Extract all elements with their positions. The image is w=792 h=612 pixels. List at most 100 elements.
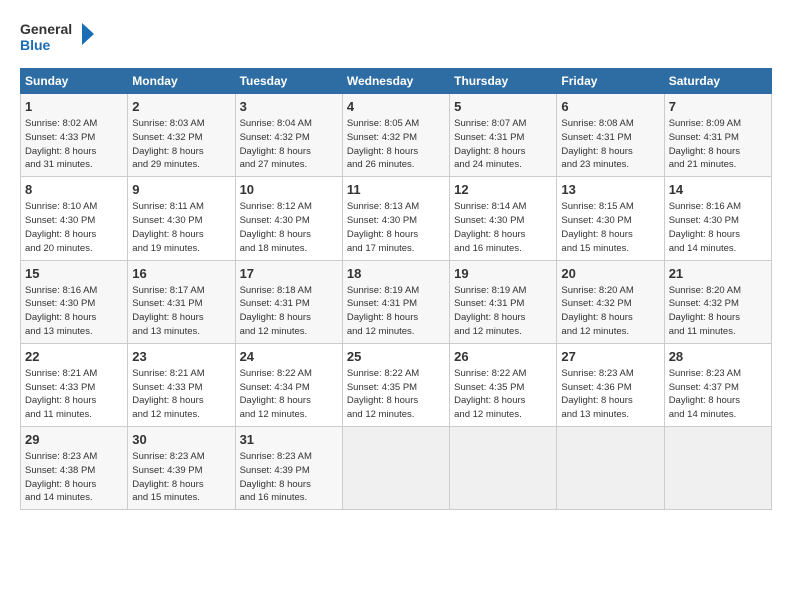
calendar-week-row: 1Sunrise: 8:02 AM Sunset: 4:33 PM Daylig… bbox=[21, 94, 772, 177]
calendar-header-friday: Friday bbox=[557, 69, 664, 94]
page: General Blue SundayMondayTuesdayWednesda… bbox=[0, 0, 792, 520]
day-number: 26 bbox=[454, 348, 552, 366]
day-number: 11 bbox=[347, 181, 445, 199]
header: General Blue bbox=[20, 18, 772, 60]
day-info: Sunrise: 8:08 AM Sunset: 4:31 PM Dayligh… bbox=[561, 117, 659, 172]
day-info: Sunrise: 8:23 AM Sunset: 4:37 PM Dayligh… bbox=[669, 367, 767, 422]
calendar-cell: 11Sunrise: 8:13 AM Sunset: 4:30 PM Dayli… bbox=[342, 177, 449, 260]
calendar-header-monday: Monday bbox=[128, 69, 235, 94]
calendar-cell: 22Sunrise: 8:21 AM Sunset: 4:33 PM Dayli… bbox=[21, 343, 128, 426]
day-number: 25 bbox=[347, 348, 445, 366]
day-info: Sunrise: 8:21 AM Sunset: 4:33 PM Dayligh… bbox=[132, 367, 230, 422]
calendar-cell: 8Sunrise: 8:10 AM Sunset: 4:30 PM Daylig… bbox=[21, 177, 128, 260]
calendar-cell bbox=[342, 427, 449, 510]
day-number: 10 bbox=[240, 181, 338, 199]
calendar-cell: 10Sunrise: 8:12 AM Sunset: 4:30 PM Dayli… bbox=[235, 177, 342, 260]
day-info: Sunrise: 8:20 AM Sunset: 4:32 PM Dayligh… bbox=[669, 284, 767, 339]
day-info: Sunrise: 8:23 AM Sunset: 4:36 PM Dayligh… bbox=[561, 367, 659, 422]
day-info: Sunrise: 8:16 AM Sunset: 4:30 PM Dayligh… bbox=[669, 200, 767, 255]
day-number: 24 bbox=[240, 348, 338, 366]
calendar-cell bbox=[664, 427, 771, 510]
day-number: 13 bbox=[561, 181, 659, 199]
day-number: 9 bbox=[132, 181, 230, 199]
calendar-cell bbox=[450, 427, 557, 510]
calendar-cell bbox=[557, 427, 664, 510]
day-number: 17 bbox=[240, 265, 338, 283]
calendar-cell: 30Sunrise: 8:23 AM Sunset: 4:39 PM Dayli… bbox=[128, 427, 235, 510]
day-info: Sunrise: 8:15 AM Sunset: 4:30 PM Dayligh… bbox=[561, 200, 659, 255]
calendar-cell: 21Sunrise: 8:20 AM Sunset: 4:32 PM Dayli… bbox=[664, 260, 771, 343]
calendar-cell: 27Sunrise: 8:23 AM Sunset: 4:36 PM Dayli… bbox=[557, 343, 664, 426]
logo: General Blue bbox=[20, 18, 100, 60]
calendar-cell: 24Sunrise: 8:22 AM Sunset: 4:34 PM Dayli… bbox=[235, 343, 342, 426]
day-info: Sunrise: 8:18 AM Sunset: 4:31 PM Dayligh… bbox=[240, 284, 338, 339]
day-number: 1 bbox=[25, 98, 123, 116]
day-number: 4 bbox=[347, 98, 445, 116]
day-number: 15 bbox=[25, 265, 123, 283]
day-info: Sunrise: 8:17 AM Sunset: 4:31 PM Dayligh… bbox=[132, 284, 230, 339]
calendar-header-wednesday: Wednesday bbox=[342, 69, 449, 94]
calendar-cell: 4Sunrise: 8:05 AM Sunset: 4:32 PM Daylig… bbox=[342, 94, 449, 177]
day-info: Sunrise: 8:09 AM Sunset: 4:31 PM Dayligh… bbox=[669, 117, 767, 172]
day-number: 12 bbox=[454, 181, 552, 199]
calendar-header-thursday: Thursday bbox=[450, 69, 557, 94]
day-info: Sunrise: 8:05 AM Sunset: 4:32 PM Dayligh… bbox=[347, 117, 445, 172]
logo-svg: General Blue bbox=[20, 18, 100, 60]
svg-text:Blue: Blue bbox=[20, 37, 51, 53]
calendar-header-row: SundayMondayTuesdayWednesdayThursdayFrid… bbox=[21, 69, 772, 94]
calendar-cell: 28Sunrise: 8:23 AM Sunset: 4:37 PM Dayli… bbox=[664, 343, 771, 426]
day-number: 29 bbox=[25, 431, 123, 449]
day-info: Sunrise: 8:22 AM Sunset: 4:35 PM Dayligh… bbox=[347, 367, 445, 422]
day-info: Sunrise: 8:19 AM Sunset: 4:31 PM Dayligh… bbox=[347, 284, 445, 339]
day-number: 5 bbox=[454, 98, 552, 116]
day-info: Sunrise: 8:13 AM Sunset: 4:30 PM Dayligh… bbox=[347, 200, 445, 255]
calendar-cell: 1Sunrise: 8:02 AM Sunset: 4:33 PM Daylig… bbox=[21, 94, 128, 177]
calendar-cell: 23Sunrise: 8:21 AM Sunset: 4:33 PM Dayli… bbox=[128, 343, 235, 426]
day-number: 14 bbox=[669, 181, 767, 199]
calendar-cell: 29Sunrise: 8:23 AM Sunset: 4:38 PM Dayli… bbox=[21, 427, 128, 510]
day-info: Sunrise: 8:11 AM Sunset: 4:30 PM Dayligh… bbox=[132, 200, 230, 255]
calendar-header-tuesday: Tuesday bbox=[235, 69, 342, 94]
calendar-body: 1Sunrise: 8:02 AM Sunset: 4:33 PM Daylig… bbox=[21, 94, 772, 510]
calendar-week-row: 8Sunrise: 8:10 AM Sunset: 4:30 PM Daylig… bbox=[21, 177, 772, 260]
day-number: 28 bbox=[669, 348, 767, 366]
calendar-cell: 14Sunrise: 8:16 AM Sunset: 4:30 PM Dayli… bbox=[664, 177, 771, 260]
day-info: Sunrise: 8:12 AM Sunset: 4:30 PM Dayligh… bbox=[240, 200, 338, 255]
day-number: 31 bbox=[240, 431, 338, 449]
calendar-cell: 18Sunrise: 8:19 AM Sunset: 4:31 PM Dayli… bbox=[342, 260, 449, 343]
day-info: Sunrise: 8:02 AM Sunset: 4:33 PM Dayligh… bbox=[25, 117, 123, 172]
day-info: Sunrise: 8:14 AM Sunset: 4:30 PM Dayligh… bbox=[454, 200, 552, 255]
day-number: 20 bbox=[561, 265, 659, 283]
day-info: Sunrise: 8:19 AM Sunset: 4:31 PM Dayligh… bbox=[454, 284, 552, 339]
day-number: 3 bbox=[240, 98, 338, 116]
calendar-header-saturday: Saturday bbox=[664, 69, 771, 94]
calendar-cell: 3Sunrise: 8:04 AM Sunset: 4:32 PM Daylig… bbox=[235, 94, 342, 177]
calendar-week-row: 22Sunrise: 8:21 AM Sunset: 4:33 PM Dayli… bbox=[21, 343, 772, 426]
calendar-cell: 20Sunrise: 8:20 AM Sunset: 4:32 PM Dayli… bbox=[557, 260, 664, 343]
day-number: 16 bbox=[132, 265, 230, 283]
day-info: Sunrise: 8:20 AM Sunset: 4:32 PM Dayligh… bbox=[561, 284, 659, 339]
svg-text:General: General bbox=[20, 21, 72, 37]
day-number: 7 bbox=[669, 98, 767, 116]
calendar-cell: 13Sunrise: 8:15 AM Sunset: 4:30 PM Dayli… bbox=[557, 177, 664, 260]
calendar-cell: 5Sunrise: 8:07 AM Sunset: 4:31 PM Daylig… bbox=[450, 94, 557, 177]
calendar-cell: 2Sunrise: 8:03 AM Sunset: 4:32 PM Daylig… bbox=[128, 94, 235, 177]
calendar-header-sunday: Sunday bbox=[21, 69, 128, 94]
day-number: 19 bbox=[454, 265, 552, 283]
calendar-cell: 9Sunrise: 8:11 AM Sunset: 4:30 PM Daylig… bbox=[128, 177, 235, 260]
day-number: 27 bbox=[561, 348, 659, 366]
day-number: 6 bbox=[561, 98, 659, 116]
calendar-cell: 12Sunrise: 8:14 AM Sunset: 4:30 PM Dayli… bbox=[450, 177, 557, 260]
calendar-cell: 26Sunrise: 8:22 AM Sunset: 4:35 PM Dayli… bbox=[450, 343, 557, 426]
calendar-cell: 15Sunrise: 8:16 AM Sunset: 4:30 PM Dayli… bbox=[21, 260, 128, 343]
day-info: Sunrise: 8:23 AM Sunset: 4:38 PM Dayligh… bbox=[25, 450, 123, 505]
day-info: Sunrise: 8:23 AM Sunset: 4:39 PM Dayligh… bbox=[240, 450, 338, 505]
day-info: Sunrise: 8:04 AM Sunset: 4:32 PM Dayligh… bbox=[240, 117, 338, 172]
day-number: 30 bbox=[132, 431, 230, 449]
day-info: Sunrise: 8:10 AM Sunset: 4:30 PM Dayligh… bbox=[25, 200, 123, 255]
day-info: Sunrise: 8:07 AM Sunset: 4:31 PM Dayligh… bbox=[454, 117, 552, 172]
calendar-cell: 19Sunrise: 8:19 AM Sunset: 4:31 PM Dayli… bbox=[450, 260, 557, 343]
day-info: Sunrise: 8:21 AM Sunset: 4:33 PM Dayligh… bbox=[25, 367, 123, 422]
day-number: 22 bbox=[25, 348, 123, 366]
calendar-cell: 7Sunrise: 8:09 AM Sunset: 4:31 PM Daylig… bbox=[664, 94, 771, 177]
